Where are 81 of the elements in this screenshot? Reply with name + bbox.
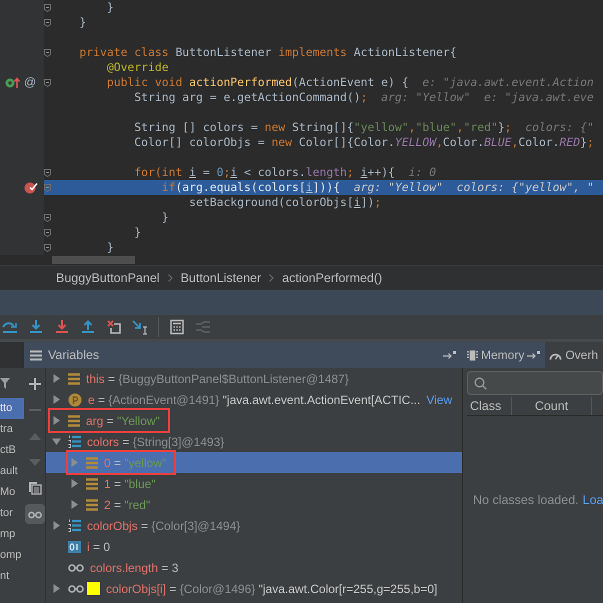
breadcrumb-item[interactable]: actionPerformed() [282,268,382,288]
fold-marker-icon[interactable] [44,184,51,192]
code-line: setBackground(colorObjs[i]); [188,195,382,210]
code-line: } [106,240,114,255]
memory-chip-icon [467,350,478,360]
calculator-icon[interactable] [169,319,185,335]
override-icon[interactable] [5,76,21,88]
code-line: } [106,0,114,15]
variable-entry: colorObjs = {Color[3]@1494} [87,518,240,534]
code-line: for(int i = 0;i < colors.length; i++){ i: 0 [133,165,436,180]
variable-entry: colors.length = 3 [90,560,178,576]
code-line: } [160,210,169,225]
collapsed-arrow-icon[interactable] [52,395,61,404]
frame-item[interactable]: Mo [0,482,24,503]
code-line: private class ButtonListener implements ActionListener{ [78,45,457,60]
horizontal-scrollbar[interactable] [52,256,135,264]
frames-header [0,342,24,368]
panel-title: Variables [48,346,100,364]
view-link[interactable]: View [426,390,452,408]
chevron-right-icon [269,274,274,282]
breadcrumb-item[interactable]: ButtonListener [180,268,262,288]
variable-entry: colors = {String[3]@1493} [87,434,224,450]
pin-icon[interactable] [443,350,457,360]
drop-frame-icon[interactable] [106,319,122,335]
column-header[interactable]: Count [534,396,568,416]
collapsed-arrow-icon[interactable] [52,416,61,425]
force-step-into-icon[interactable] [54,319,70,335]
pin-icon[interactable] [527,350,542,360]
collapsed-arrow-icon[interactable] [52,584,61,593]
code-line: @Override [106,60,169,75]
code-line: if(arg.equals(colors[i])){ arg: "Yellow" colors: {"yellow", " [160,180,594,195]
glasses-icon[interactable] [24,504,44,524]
breadcrumb-item[interactable]: BuggyButtonPanel [56,268,160,288]
fold-marker-icon[interactable] [44,214,51,222]
code-line: public void actionPerformed(ActionEvent e) { e: "java.awt.event.Action [106,75,594,90]
code-line: } [133,225,142,240]
variable-entry: e = {ActionEvent@1491} "java.awt.event.ActionEvent[ACTIC... [88,392,420,408]
breakpoint-icon[interactable] [24,181,38,194]
run-to-cursor-icon[interactable] [132,319,148,335]
frame-item[interactable]: omp [0,545,24,566]
fold-marker-icon[interactable] [44,18,51,26]
search-icon [474,376,487,390]
filter-icon[interactable] [0,377,10,389]
search-field[interactable] [467,371,603,395]
frame-item[interactable]: tor [0,503,24,524]
variable-entry: 1 = "blue" [104,476,156,492]
variable-entry: 2 = "red" [104,496,150,512]
chevron-right-icon [168,274,173,282]
list-icon [30,350,42,360]
variable-entry: arg = "Yellow" [86,412,160,428]
column-header[interactable]: Class [470,396,502,416]
variable-entry: 0 = "yellow" [104,454,166,470]
collapsed-arrow-icon[interactable] [70,479,79,488]
fold-marker-icon[interactable] [44,228,51,236]
frame-item[interactable]: mp [0,524,24,545]
collapsed-arrow-icon[interactable] [52,374,61,383]
step-out-icon[interactable] [80,319,96,335]
variable-entry: i = 0 [87,538,110,554]
frame-item[interactable]: nt [0,566,24,587]
code-line: Color[] colorObjs = new Color[]{Color.YELLOW,Color.BLUE,Color.RED}; [133,135,594,150]
empty-message: No classes loaded. [472,492,579,510]
annotation-marker[interactable]: @ [24,75,36,90]
fold-marker-icon[interactable] [44,244,51,252]
variable-entry: this = {BuggyButtonPanel$ButtonListener@1487} [86,370,349,386]
frame-item[interactable]: tra [0,419,24,440]
panel-tab[interactable]: Memory [463,342,546,368]
expanded-arrow-icon[interactable] [52,437,61,446]
fold-marker-icon[interactable] [44,78,51,86]
frame-item[interactable]: tto [0,398,24,419]
code-line: String arg = e.getActionCommand(); arg: "Yellow" e: "java.awt.eve [133,90,594,105]
fold-marker-icon[interactable] [44,48,51,56]
fold-marker-icon[interactable] [44,168,51,176]
step-into-icon[interactable] [28,319,44,335]
frame-item[interactable]: ctB [0,440,24,461]
collapsed-arrow-icon[interactable] [52,521,61,530]
frame-item[interactable]: ault [0,461,24,482]
variable-entry: colorObjs[i] = {Color@1496} "java.awt.Color[r=255,g=255,b=0] [106,580,438,596]
code-line: } [78,15,86,30]
fold-marker-icon[interactable] [44,4,51,12]
collapsed-arrow-icon[interactable] [70,500,79,509]
code-line: String [] colors = new String[]{"yellow","blue","red"}; colors: {" [133,120,594,135]
